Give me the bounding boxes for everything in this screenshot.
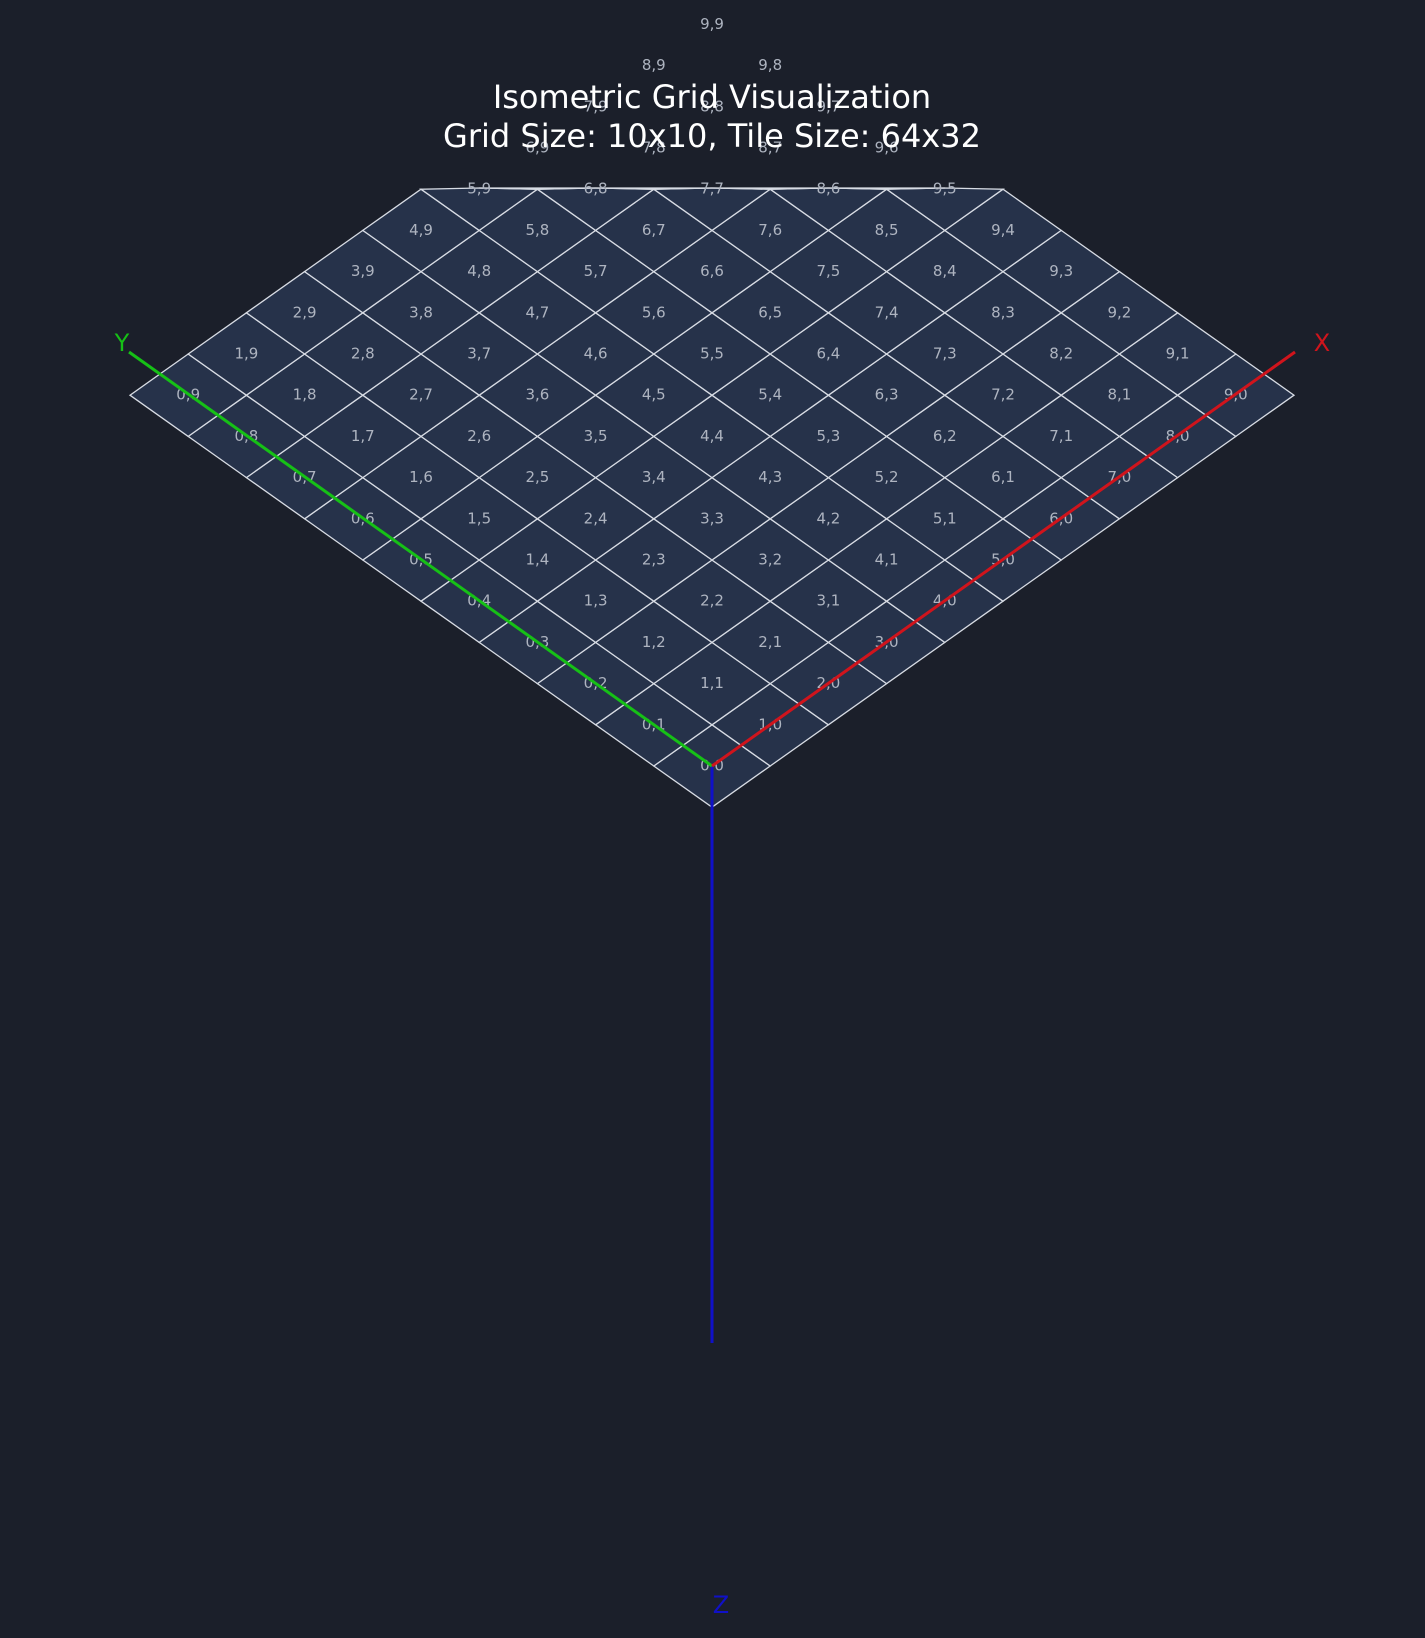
tile-coordinate-label: 3,1 bbox=[816, 592, 840, 610]
tile-coordinate-label: 3,7 bbox=[467, 345, 491, 363]
tile-coordinate-label: 8,9 bbox=[642, 56, 666, 74]
tile-coordinate-label: 7,4 bbox=[875, 303, 899, 321]
tile-coordinate-label: 6,1 bbox=[991, 468, 1015, 486]
tile-coordinate-label: 3,9 bbox=[351, 262, 375, 280]
y-axis-label: Y bbox=[114, 329, 130, 357]
tile-coordinate-label: 4,8 bbox=[467, 262, 491, 280]
tile-coordinate-label: 6,4 bbox=[816, 345, 840, 363]
tile-coordinate-label: 7,2 bbox=[991, 386, 1015, 404]
tile-coordinate-label: 5,1 bbox=[933, 509, 957, 527]
tile-coordinate-label: 7,1 bbox=[1049, 427, 1073, 445]
isometric-grid-canvas: 0,00,10,20,30,40,50,60,70,80,91,01,11,21… bbox=[0, 0, 1425, 1638]
tile-coordinate-label: 4,3 bbox=[758, 468, 782, 486]
tile-coordinate-label: 2,8 bbox=[351, 345, 375, 363]
tile-coordinate-label: 7,6 bbox=[758, 221, 782, 239]
tile-coordinate-label: 1,3 bbox=[584, 592, 608, 610]
tile-coordinate-label: 2,6 bbox=[467, 427, 491, 445]
tile-coordinate-label: 5,2 bbox=[875, 468, 899, 486]
tile-coordinate-label: 3,5 bbox=[584, 427, 608, 445]
tile-coordinate-label: 1,6 bbox=[409, 468, 433, 486]
tile-coordinate-label: 1,1 bbox=[700, 674, 724, 692]
tile-coordinate-label: 9,2 bbox=[1107, 303, 1131, 321]
title-line-2: Grid Size: 10x10, Tile Size: 64x32 bbox=[443, 117, 981, 155]
tile-coordinate-label: 6,8 bbox=[584, 180, 608, 198]
tile-coordinate-label: 9,9 bbox=[700, 15, 724, 33]
tile-layer bbox=[128, 187, 1296, 808]
tile-coordinate-label: 9,3 bbox=[1049, 262, 1073, 280]
tile-coordinate-label: 4,1 bbox=[875, 551, 899, 569]
tile-coordinate-label: 2,2 bbox=[700, 592, 724, 610]
tile-coordinate-label: 2,1 bbox=[758, 633, 782, 651]
tile-coordinate-label: 1,2 bbox=[642, 633, 666, 651]
tile-coordinate-label: 8,3 bbox=[991, 303, 1015, 321]
tile-coordinate-label: 2,7 bbox=[409, 386, 433, 404]
tile-coordinate-label: 5,3 bbox=[816, 427, 840, 445]
tile-coordinate-label: 9,1 bbox=[1166, 345, 1190, 363]
tile-coordinate-label: 3,2 bbox=[758, 551, 782, 569]
z-axis-label: Z bbox=[713, 1591, 729, 1619]
tile-coordinate-label: 8,1 bbox=[1107, 386, 1131, 404]
tile-coordinate-label: 3,4 bbox=[642, 468, 666, 486]
tile-coordinate-label: 1,9 bbox=[234, 345, 258, 363]
tile-coordinate-label: 6,6 bbox=[700, 262, 724, 280]
tile-coordinate-label: 8,4 bbox=[933, 262, 957, 280]
tile-coordinate-label: 5,9 bbox=[467, 180, 491, 198]
tile-coordinate-label: 4,9 bbox=[409, 221, 433, 239]
tile-coordinate-label: 2,4 bbox=[584, 509, 608, 527]
tile-coordinate-label: 7,5 bbox=[816, 262, 840, 280]
tile-coordinate-label: 4,6 bbox=[584, 345, 608, 363]
isometric-grid-svg: 0,00,10,20,30,40,50,60,70,80,91,01,11,21… bbox=[114, 15, 1331, 1619]
tile-coordinate-label: 4,2 bbox=[816, 509, 840, 527]
tile-coordinate-label: 7,7 bbox=[700, 180, 724, 198]
tile-coordinate-label: 1,4 bbox=[525, 551, 549, 569]
tile-coordinate-label: 5,5 bbox=[700, 345, 724, 363]
tile-coordinate-label: 7,3 bbox=[933, 345, 957, 363]
tile-coordinate-label: 2,9 bbox=[293, 303, 317, 321]
tile-coordinate-label: 2,3 bbox=[642, 551, 666, 569]
tile-coordinate-label: 3,6 bbox=[525, 386, 549, 404]
tile-coordinate-label: 3,8 bbox=[409, 303, 433, 321]
tile-coordinate-label: 4,5 bbox=[642, 386, 666, 404]
tile-coordinate-label: 1,8 bbox=[293, 386, 317, 404]
tile-coordinate-label: 5,8 bbox=[525, 221, 549, 239]
tile-coordinate-label: 9,8 bbox=[758, 56, 782, 74]
tile-coordinate-label: 1,7 bbox=[351, 427, 375, 445]
tile-coordinate-label: 2,5 bbox=[525, 468, 549, 486]
tile-coordinate-label: 1,5 bbox=[467, 509, 491, 527]
tile-coordinate-label: 6,2 bbox=[933, 427, 957, 445]
tile-coordinate-label: 6,5 bbox=[758, 303, 782, 321]
title-line-1: Isometric Grid Visualization bbox=[493, 78, 931, 116]
tile-coordinate-label: 9,4 bbox=[991, 221, 1015, 239]
tile-coordinate-label: 6,7 bbox=[642, 221, 666, 239]
tile-coordinate-label: 8,2 bbox=[1049, 345, 1073, 363]
tile-coordinate-label: 8,5 bbox=[875, 221, 899, 239]
x-axis-label: X bbox=[1314, 329, 1330, 357]
tile-coordinate-label: 4,7 bbox=[525, 303, 549, 321]
tile-coordinate-label: 5,7 bbox=[584, 262, 608, 280]
tile-coordinate-label: 8,6 bbox=[816, 180, 840, 198]
tile-coordinate-label: 4,4 bbox=[700, 427, 724, 445]
tile-coordinate-label: 6,3 bbox=[875, 386, 899, 404]
tile-coordinate-label: 5,4 bbox=[758, 386, 782, 404]
tile-coordinate-label: 9,5 bbox=[933, 180, 957, 198]
tile-coordinate-label: 5,6 bbox=[642, 303, 666, 321]
tile-coordinate-label: 3,3 bbox=[700, 509, 724, 527]
